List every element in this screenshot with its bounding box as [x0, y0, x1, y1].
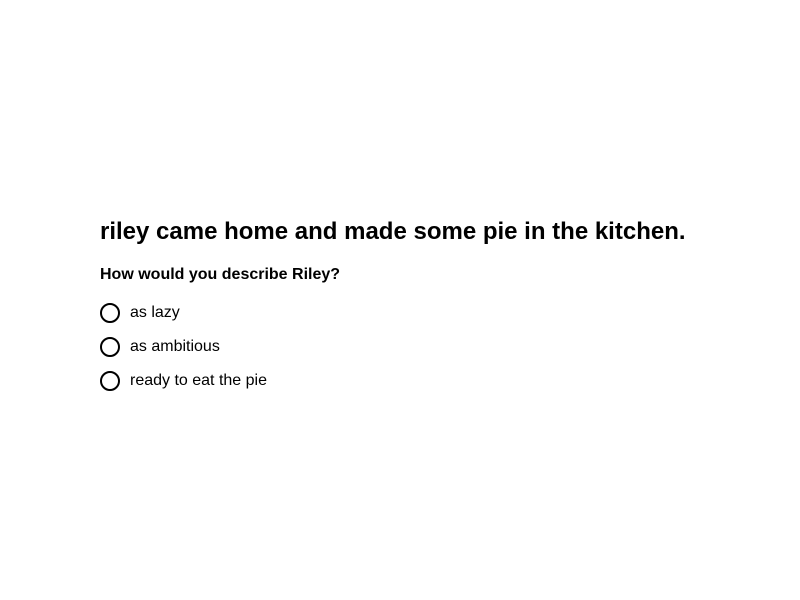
option-as-lazy[interactable]: as lazy — [100, 301, 760, 325]
question-text: How would you describe Riley? — [100, 266, 341, 283]
option-as-ambitious[interactable]: as ambitious — [100, 335, 760, 359]
question-card: riley came home and made some pie in the… — [100, 217, 760, 403]
answer-options: as lazy as ambitious ready to eat the pi… — [100, 301, 760, 393]
option-label[interactable]: ready to eat the pie — [130, 371, 267, 391]
context-title: riley came home and made some pie in the… — [100, 218, 686, 245]
radio-button[interactable] — [100, 371, 120, 391]
option-ready-to-eat-the-pie[interactable]: ready to eat the pie — [100, 369, 760, 393]
option-label[interactable]: as ambitious — [130, 337, 220, 357]
radio-button[interactable] — [100, 303, 120, 323]
option-label[interactable]: as lazy — [130, 303, 180, 323]
radio-button[interactable] — [100, 337, 120, 357]
